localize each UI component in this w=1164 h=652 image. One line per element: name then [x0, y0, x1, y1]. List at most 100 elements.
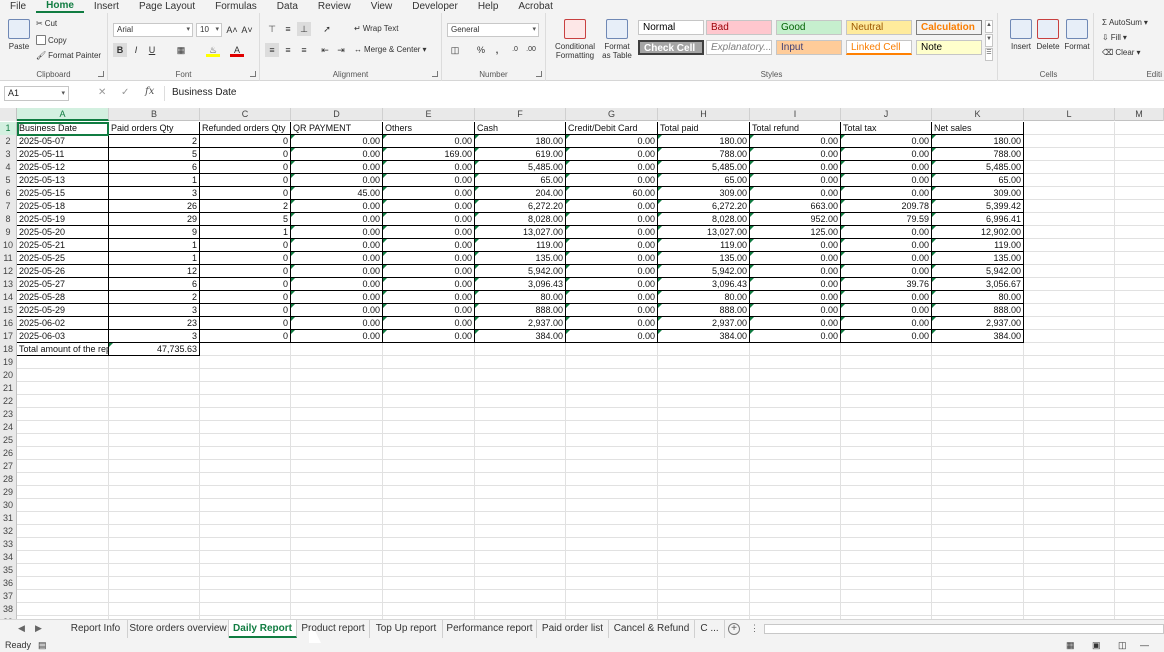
zoom-out-icon[interactable]: — — [1140, 638, 1149, 652]
value-cell[interactable]: 0.00 — [841, 239, 932, 252]
row-header[interactable]: 35 — [0, 564, 17, 577]
underline-button[interactable]: U — [145, 43, 159, 57]
value-cell[interactable]: 0.00 — [566, 174, 658, 187]
value-cell[interactable]: 788.00 — [932, 148, 1024, 161]
paste-button[interactable]: Paste — [6, 19, 32, 51]
value-cell[interactable]: 135.00 — [475, 252, 566, 265]
value-cell[interactable]: 0.00 — [566, 148, 658, 161]
gallery-up-icon[interactable]: ▲ — [985, 20, 993, 33]
value-cell[interactable]: 0.00 — [566, 226, 658, 239]
value-cell[interactable]: 0 — [200, 304, 291, 317]
value-cell[interactable]: 0.00 — [750, 239, 841, 252]
value-cell[interactable]: 0.00 — [841, 304, 932, 317]
row-header[interactable]: 29 — [0, 486, 17, 499]
column-header-j[interactable]: J — [841, 108, 932, 121]
value-cell[interactable]: 0.00 — [566, 135, 658, 148]
insert-function-icon[interactable]: fx — [145, 86, 154, 97]
date-cell[interactable]: 2025-05-25 — [17, 252, 109, 265]
row-header[interactable]: 22 — [0, 395, 17, 408]
value-cell[interactable]: 888.00 — [658, 304, 750, 317]
date-cell[interactable]: 2025-05-20 — [17, 226, 109, 239]
value-cell[interactable]: 0.00 — [291, 278, 383, 291]
value-cell[interactable]: 180.00 — [932, 135, 1024, 148]
date-cell[interactable]: 2025-05-29 — [17, 304, 109, 317]
cancel-icon[interactable]: ✕ — [98, 87, 106, 98]
row-header[interactable]: 31 — [0, 512, 17, 525]
date-cell[interactable]: 2025-05-26 — [17, 265, 109, 278]
sheet-tab-product-report[interactable]: Product report — [297, 620, 370, 638]
column-header-e[interactable]: E — [383, 108, 475, 121]
value-cell[interactable]: 0.00 — [750, 174, 841, 187]
row-header[interactable]: 25 — [0, 434, 17, 447]
value-cell[interactable]: 0.00 — [750, 265, 841, 278]
value-cell[interactable]: 0.00 — [841, 148, 932, 161]
value-cell[interactable]: 0.00 — [383, 226, 475, 239]
row-header[interactable]: 6 — [0, 187, 17, 200]
row-header[interactable]: 14 — [0, 291, 17, 304]
value-cell[interactable]: 0.00 — [291, 291, 383, 304]
format-painter-button[interactable]: 🖌 Format Painter — [36, 51, 101, 60]
value-cell[interactable]: 0.00 — [750, 187, 841, 200]
value-cell[interactable]: 60.00 — [566, 187, 658, 200]
format-as-table-button[interactable]: Format as Table — [600, 19, 634, 60]
merge-center-button[interactable]: ↔ Merge & Center ▾ — [354, 45, 426, 54]
menu-tab-developer[interactable]: Developer — [402, 0, 468, 13]
cell-style-check-cell[interactable]: Check Cell — [638, 40, 704, 55]
borders-icon[interactable]: ▦ — [174, 43, 188, 57]
align-bottom-icon[interactable]: ⊥ — [297, 22, 311, 36]
value-cell[interactable]: 0.00 — [841, 265, 932, 278]
value-cell[interactable]: 80.00 — [658, 291, 750, 304]
cell-style-bad[interactable]: Bad — [706, 20, 772, 35]
value-cell[interactable]: 0.00 — [750, 161, 841, 174]
value-cell[interactable]: 0 — [200, 291, 291, 304]
value-cell[interactable]: 8,028.00 — [658, 213, 750, 226]
value-cell[interactable]: 0.00 — [841, 317, 932, 330]
row-header[interactable]: 19 — [0, 356, 17, 369]
date-cell[interactable]: 2025-06-02 — [17, 317, 109, 330]
select-all-corner[interactable] — [0, 108, 17, 121]
align-left-icon[interactable]: ≡ — [265, 43, 279, 57]
value-cell[interactable]: 0.00 — [291, 304, 383, 317]
align-right-icon[interactable]: ≡ — [297, 43, 311, 57]
value-cell[interactable]: 0.00 — [841, 161, 932, 174]
value-cell[interactable]: 80.00 — [475, 291, 566, 304]
value-cell[interactable]: 1 — [109, 239, 200, 252]
value-cell[interactable]: 0.00 — [291, 239, 383, 252]
value-cell[interactable]: 169.00 — [383, 148, 475, 161]
date-cell[interactable]: 2025-05-07 — [17, 135, 109, 148]
value-cell[interactable]: 0.00 — [566, 200, 658, 213]
value-cell[interactable]: 3,096.43 — [658, 278, 750, 291]
value-cell[interactable]: 125.00 — [750, 226, 841, 239]
column-header-g[interactable]: G — [566, 108, 658, 121]
value-cell[interactable]: 0.00 — [566, 304, 658, 317]
date-cell[interactable]: 2025-05-11 — [17, 148, 109, 161]
value-cell[interactable]: 79.59 — [841, 213, 932, 226]
value-cell[interactable]: 9 — [109, 226, 200, 239]
add-sheet-icon[interactable]: + — [728, 623, 740, 635]
date-cell[interactable]: 2025-06-03 — [17, 330, 109, 343]
column-header-a[interactable]: A — [17, 108, 109, 121]
row-header[interactable]: 32 — [0, 525, 17, 538]
column-header-c[interactable]: C — [200, 108, 291, 121]
row-header[interactable]: 13 — [0, 278, 17, 291]
value-cell[interactable]: 0 — [200, 187, 291, 200]
value-cell[interactable]: 0.00 — [566, 278, 658, 291]
cut-button[interactable]: ✂ Cut — [36, 19, 57, 28]
row-header[interactable]: 16 — [0, 317, 17, 330]
value-cell[interactable]: 1 — [200, 226, 291, 239]
value-cell[interactable]: 0.00 — [750, 148, 841, 161]
value-cell[interactable]: 0.00 — [566, 330, 658, 343]
value-cell[interactable]: 0.00 — [566, 239, 658, 252]
clear-button[interactable]: ⌫ Clear ▾ — [1102, 48, 1140, 57]
value-cell[interactable]: 119.00 — [932, 239, 1024, 252]
normal-view-icon[interactable]: ▦ — [1066, 638, 1075, 652]
value-cell[interactable]: 0 — [200, 317, 291, 330]
sheet-tab-daily-report[interactable]: Daily Report — [229, 620, 297, 638]
value-cell[interactable]: 5,485.00 — [658, 161, 750, 174]
column-header-m[interactable]: M — [1115, 108, 1164, 121]
value-cell[interactable]: 119.00 — [658, 239, 750, 252]
value-cell[interactable]: 0.00 — [291, 317, 383, 330]
value-cell[interactable]: 2,937.00 — [932, 317, 1024, 330]
value-cell[interactable]: 0.00 — [291, 252, 383, 265]
row-header[interactable]: 15 — [0, 304, 17, 317]
